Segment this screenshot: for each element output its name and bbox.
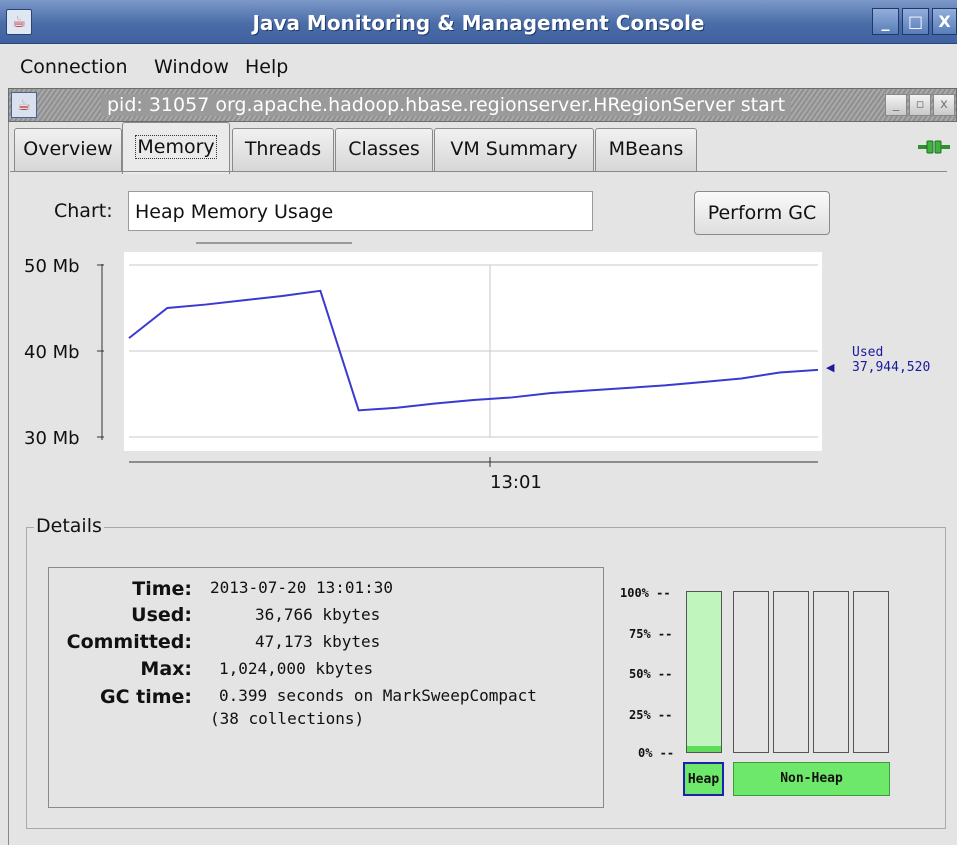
non-heap-pool-bar[interactable] — [773, 591, 809, 753]
heap-memory-chart: 50 Mb 40 Mb 30 Mb 13:01 — [24, 252, 822, 493]
details-title: Details — [34, 515, 104, 537]
current-value-label: Used 37,944,520 — [852, 345, 931, 375]
pct-tick-75: 75% -- — [629, 627, 673, 641]
used-value: 36,766 kbytes — [255, 605, 381, 624]
max-value: 1,024,000 kbytes — [219, 659, 374, 678]
y-tick-label-40: 40 Mb — [24, 342, 80, 363]
x-tick-label: 13:01 — [490, 472, 542, 493]
gc-collections-value: (38 collections) — [210, 709, 365, 728]
heap-committed-fill — [687, 592, 721, 752]
non-heap-pool-bar[interactable] — [813, 591, 849, 753]
committed-label: Committed: — [66, 631, 192, 653]
heap-pool-bar[interactable] — [686, 591, 722, 753]
time-label: Time: — [132, 578, 192, 600]
y-tick-label-30: 30 Mb — [24, 428, 80, 449]
gc-time-label: GC time: — [99, 686, 192, 708]
gc-time-value: 0.399 seconds on MarkSweepCompact — [219, 686, 537, 705]
pct-tick-50: 50% -- — [629, 667, 673, 681]
pct-tick-25: 25% -- — [629, 708, 673, 722]
heap-used-fill — [687, 745, 721, 752]
current-value-marker-icon: ◀ — [826, 361, 835, 374]
non-heap-pool-bar[interactable] — [733, 591, 769, 753]
non-heap-pool-button[interactable]: Non-Heap — [733, 762, 890, 796]
used-label: Used: — [131, 604, 192, 626]
y-tick-label-50: 50 Mb — [24, 256, 80, 277]
pct-tick-100: 100% -- — [620, 586, 671, 600]
pct-tick-0: 0% -- — [638, 746, 675, 760]
heap-pool-button[interactable]: Heap — [683, 762, 724, 796]
non-heap-pool-bar[interactable] — [853, 591, 889, 753]
time-value: 2013-07-20 13:01:30 — [210, 578, 394, 597]
max-label: Max: — [140, 658, 192, 680]
committed-value: 47,173 kbytes — [255, 632, 381, 651]
